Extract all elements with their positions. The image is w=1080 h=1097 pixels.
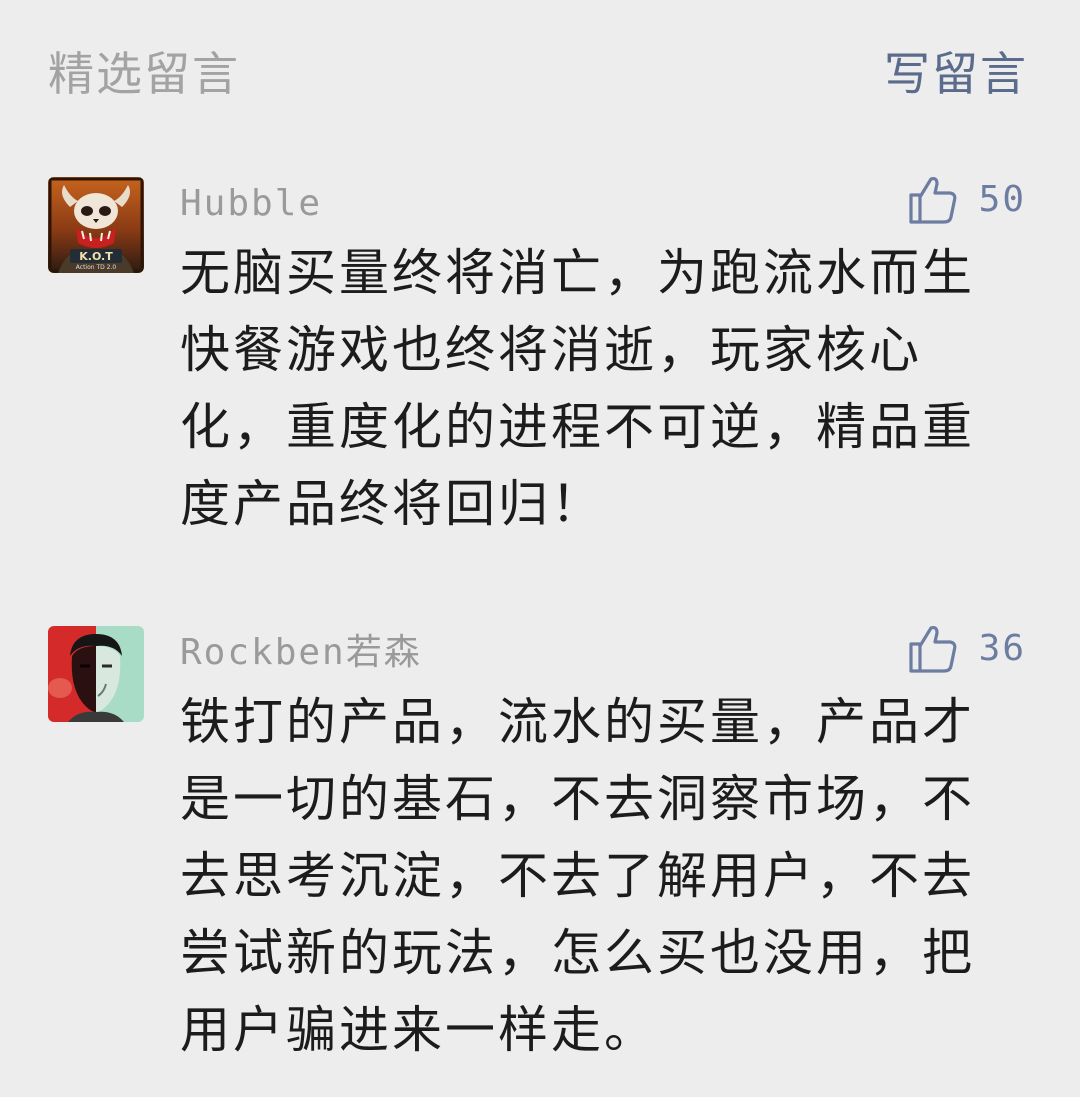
- section-title: 精选留言: [48, 47, 240, 101]
- comment-author[interactable]: Hubble: [180, 179, 322, 229]
- thumbs-up-icon: [909, 625, 957, 673]
- comments-header: 精选留言 写留言: [0, 0, 1080, 150]
- avatar[interactable]: [48, 626, 144, 722]
- comment-text: 铁打的产品，流水的买量，产品才是一切的基石，不去洞察市场，不去思考沉淀，不去了解…: [180, 693, 975, 1059]
- like-button[interactable]: 50: [907, 171, 1026, 227]
- like-button[interactable]: 36: [907, 620, 1026, 676]
- comment-text: 无脑买量终将消亡，为跑流水而生快餐游戏也终将消逝，玩家核心化，重度化的进程不可逆…: [180, 244, 975, 533]
- comment-author[interactable]: Rockben若森: [180, 628, 422, 678]
- avatar-logo-subtext: Action TD 2.0: [76, 264, 117, 271]
- like-count: 36: [978, 627, 1026, 669]
- split-face-avatar-icon: [48, 626, 144, 722]
- thumbs-up-icon: [909, 176, 957, 224]
- orc-skull-avatar-icon: K.O.T Action TD 2.0: [48, 177, 144, 273]
- write-comment-button[interactable]: 写留言: [884, 44, 1028, 104]
- avatar-logo-text: K.O.T: [79, 250, 113, 263]
- like-count: 50: [978, 178, 1026, 220]
- avatar[interactable]: K.O.T Action TD 2.0: [48, 177, 144, 273]
